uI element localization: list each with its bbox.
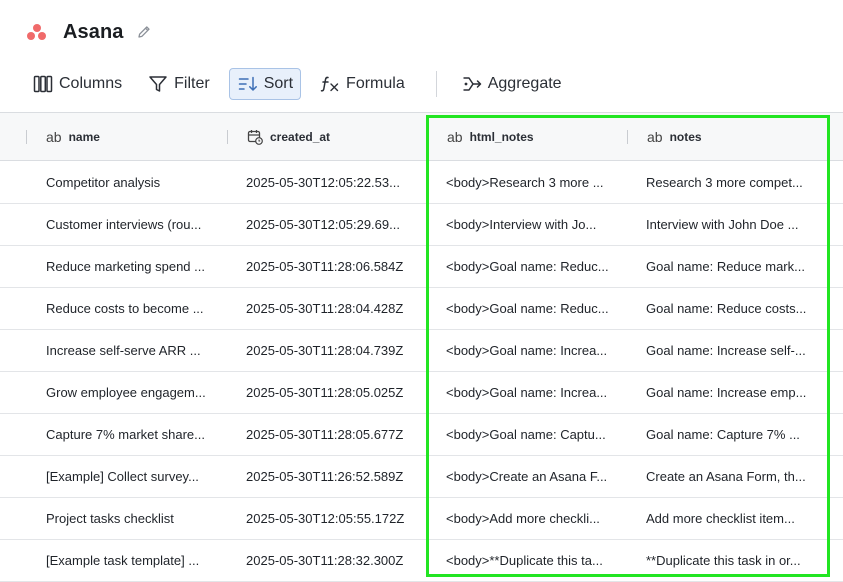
column-header-label: name xyxy=(68,129,100,144)
cell-name[interactable]: Capture 7% market share... xyxy=(46,414,212,455)
cell-html-notes[interactable]: <body>Goal name: Reduc... xyxy=(446,246,612,287)
pencil-edit-icon[interactable] xyxy=(135,23,153,41)
cell-html-notes[interactable]: <body>Research 3 more ... xyxy=(446,162,612,203)
cell-created-at[interactable]: 2025-05-30T11:28:32.300Z xyxy=(246,540,412,581)
table-row[interactable]: Grow employee engagem... 2025-05-30T11:28… xyxy=(0,372,843,414)
table-row[interactable]: Customer interviews (rou... 2025-05-30T12… xyxy=(0,204,843,246)
cell-html-notes[interactable]: <body>Goal name: Increa... xyxy=(446,330,612,371)
calendar-clock-icon xyxy=(247,129,263,145)
cell-created-at[interactable]: 2025-05-30T11:28:06.584Z xyxy=(246,246,412,287)
cell-name[interactable]: Customer interviews (rou... xyxy=(46,204,212,245)
cell-html-notes[interactable]: <body>**Duplicate this ta... xyxy=(446,540,612,581)
filter-button[interactable]: Filter xyxy=(141,68,217,100)
text-type-icon: ab xyxy=(46,128,62,145)
columns-button[interactable]: Columns xyxy=(26,68,129,100)
filter-label: Filter xyxy=(174,75,210,92)
cell-created-at[interactable]: 2025-05-30T11:28:04.739Z xyxy=(246,330,412,371)
cell-html-notes[interactable]: <body>Goal name: Reduc... xyxy=(446,288,612,329)
formula-label: Formula xyxy=(346,75,405,92)
cell-notes[interactable]: Goal name: Reduce costs... xyxy=(646,288,812,329)
cell-name[interactable]: Reduce marketing spend ... xyxy=(46,246,212,287)
column-divider[interactable] xyxy=(627,130,628,144)
asana-logo-icon xyxy=(26,22,48,42)
toolbar: Columns Filter Sort Formula Aggregate xyxy=(26,68,581,100)
table-row[interactable]: Competitor analysis 2025-05-30T12:05:22.5… xyxy=(0,162,843,204)
column-header-label: created_at xyxy=(270,129,331,144)
column-header-label: notes xyxy=(669,129,702,144)
column-divider[interactable] xyxy=(26,130,27,144)
text-type-icon: ab xyxy=(447,128,463,145)
sort-label: Sort xyxy=(263,75,294,92)
cell-notes[interactable]: **Duplicate this task in or... xyxy=(646,540,812,581)
column-header-name[interactable]: ab name xyxy=(46,113,100,160)
aggregate-label: Aggregate xyxy=(487,75,562,92)
cell-name[interactable]: [Example task template] ... xyxy=(46,540,212,581)
cell-created-at[interactable]: 2025-05-30T12:05:29.69... xyxy=(246,204,412,245)
sort-icon xyxy=(238,74,258,94)
cell-notes[interactable]: Goal name: Reduce mark... xyxy=(646,246,812,287)
toolbar-divider xyxy=(435,71,437,97)
cell-html-notes[interactable]: <body>Goal name: Captu... xyxy=(446,414,612,455)
table-row[interactable]: Capture 7% market share... 2025-05-30T11:… xyxy=(0,414,843,456)
column-header-label: html_notes xyxy=(469,129,534,144)
function-fx-icon xyxy=(320,74,340,94)
cell-name[interactable]: [Example] Collect survey... xyxy=(46,456,212,497)
sort-button[interactable]: Sort xyxy=(228,68,302,100)
table-row[interactable]: Project tasks checklist 2025-05-30T12:05:… xyxy=(0,498,843,540)
cell-html-notes[interactable]: <body>Goal name: Increa... xyxy=(446,372,612,413)
table-row[interactable]: Increase self-serve ARR ... 2025-05-30T11… xyxy=(0,330,843,372)
columns-label: Columns xyxy=(59,75,123,92)
cell-created-at[interactable]: 2025-05-30T11:28:05.025Z xyxy=(246,372,412,413)
cell-name[interactable]: Project tasks checklist xyxy=(46,498,212,539)
column-header-notes[interactable]: ab notes xyxy=(647,113,702,160)
table-row[interactable]: [Example task template] ... 2025-05-30T11… xyxy=(0,540,843,582)
cell-html-notes[interactable]: <body>Interview with Jo... xyxy=(446,204,612,245)
cell-name[interactable]: Grow employee engagem... xyxy=(46,372,212,413)
table-row[interactable]: Reduce costs to become ... 2025-05-30T11:… xyxy=(0,288,843,330)
data-table: ab name created_at ab html_notes ab note… xyxy=(0,112,843,582)
text-type-icon: ab xyxy=(647,128,663,145)
cell-notes[interactable]: Research 3 more compet... xyxy=(646,162,812,203)
column-header-created-at[interactable]: created_at xyxy=(247,113,330,160)
cell-notes[interactable]: Interview with John Doe ... xyxy=(646,204,812,245)
cell-name[interactable]: Increase self-serve ARR ... xyxy=(46,330,212,371)
cell-created-at[interactable]: 2025-05-30T12:05:55.172Z xyxy=(246,498,412,539)
cell-created-at[interactable]: 2025-05-30T11:26:52.589Z xyxy=(246,456,412,497)
app-header: Asana xyxy=(26,18,153,46)
aggregate-button[interactable]: Aggregate xyxy=(455,68,569,100)
cell-notes[interactable]: Add more checklist item... xyxy=(646,498,812,539)
cell-notes[interactable]: Goal name: Increase emp... xyxy=(646,372,812,413)
cell-created-at[interactable]: 2025-05-30T11:28:05.677Z xyxy=(246,414,412,455)
cell-notes[interactable]: Goal name: Capture 7% ... xyxy=(646,414,812,455)
cell-created-at[interactable]: 2025-05-30T12:05:22.53... xyxy=(246,162,412,203)
table-row[interactable]: [Example] Collect survey... 2025-05-30T11… xyxy=(0,456,843,498)
table-header-row: ab name created_at ab html_notes ab note… xyxy=(0,113,843,161)
cell-name[interactable]: Competitor analysis xyxy=(46,162,212,203)
cell-html-notes[interactable]: <body>Create an Asana F... xyxy=(446,456,612,497)
cell-notes[interactable]: Goal name: Increase self-... xyxy=(646,330,812,371)
cell-name[interactable]: Reduce costs to become ... xyxy=(46,288,212,329)
columns-icon xyxy=(33,74,53,94)
cell-html-notes[interactable]: <body>Add more checkli... xyxy=(446,498,612,539)
column-header-html-notes[interactable]: ab html_notes xyxy=(447,113,534,160)
page-title: Asana xyxy=(63,20,124,43)
aggregate-icon xyxy=(462,74,482,94)
cell-notes[interactable]: Create an Asana Form, th... xyxy=(646,456,812,497)
formula-button[interactable]: Formula xyxy=(313,68,412,100)
filter-icon xyxy=(148,74,168,94)
column-divider[interactable] xyxy=(227,130,228,144)
table-row[interactable]: Reduce marketing spend ... 2025-05-30T11:… xyxy=(0,246,843,288)
cell-created-at[interactable]: 2025-05-30T11:28:04.428Z xyxy=(246,288,412,329)
